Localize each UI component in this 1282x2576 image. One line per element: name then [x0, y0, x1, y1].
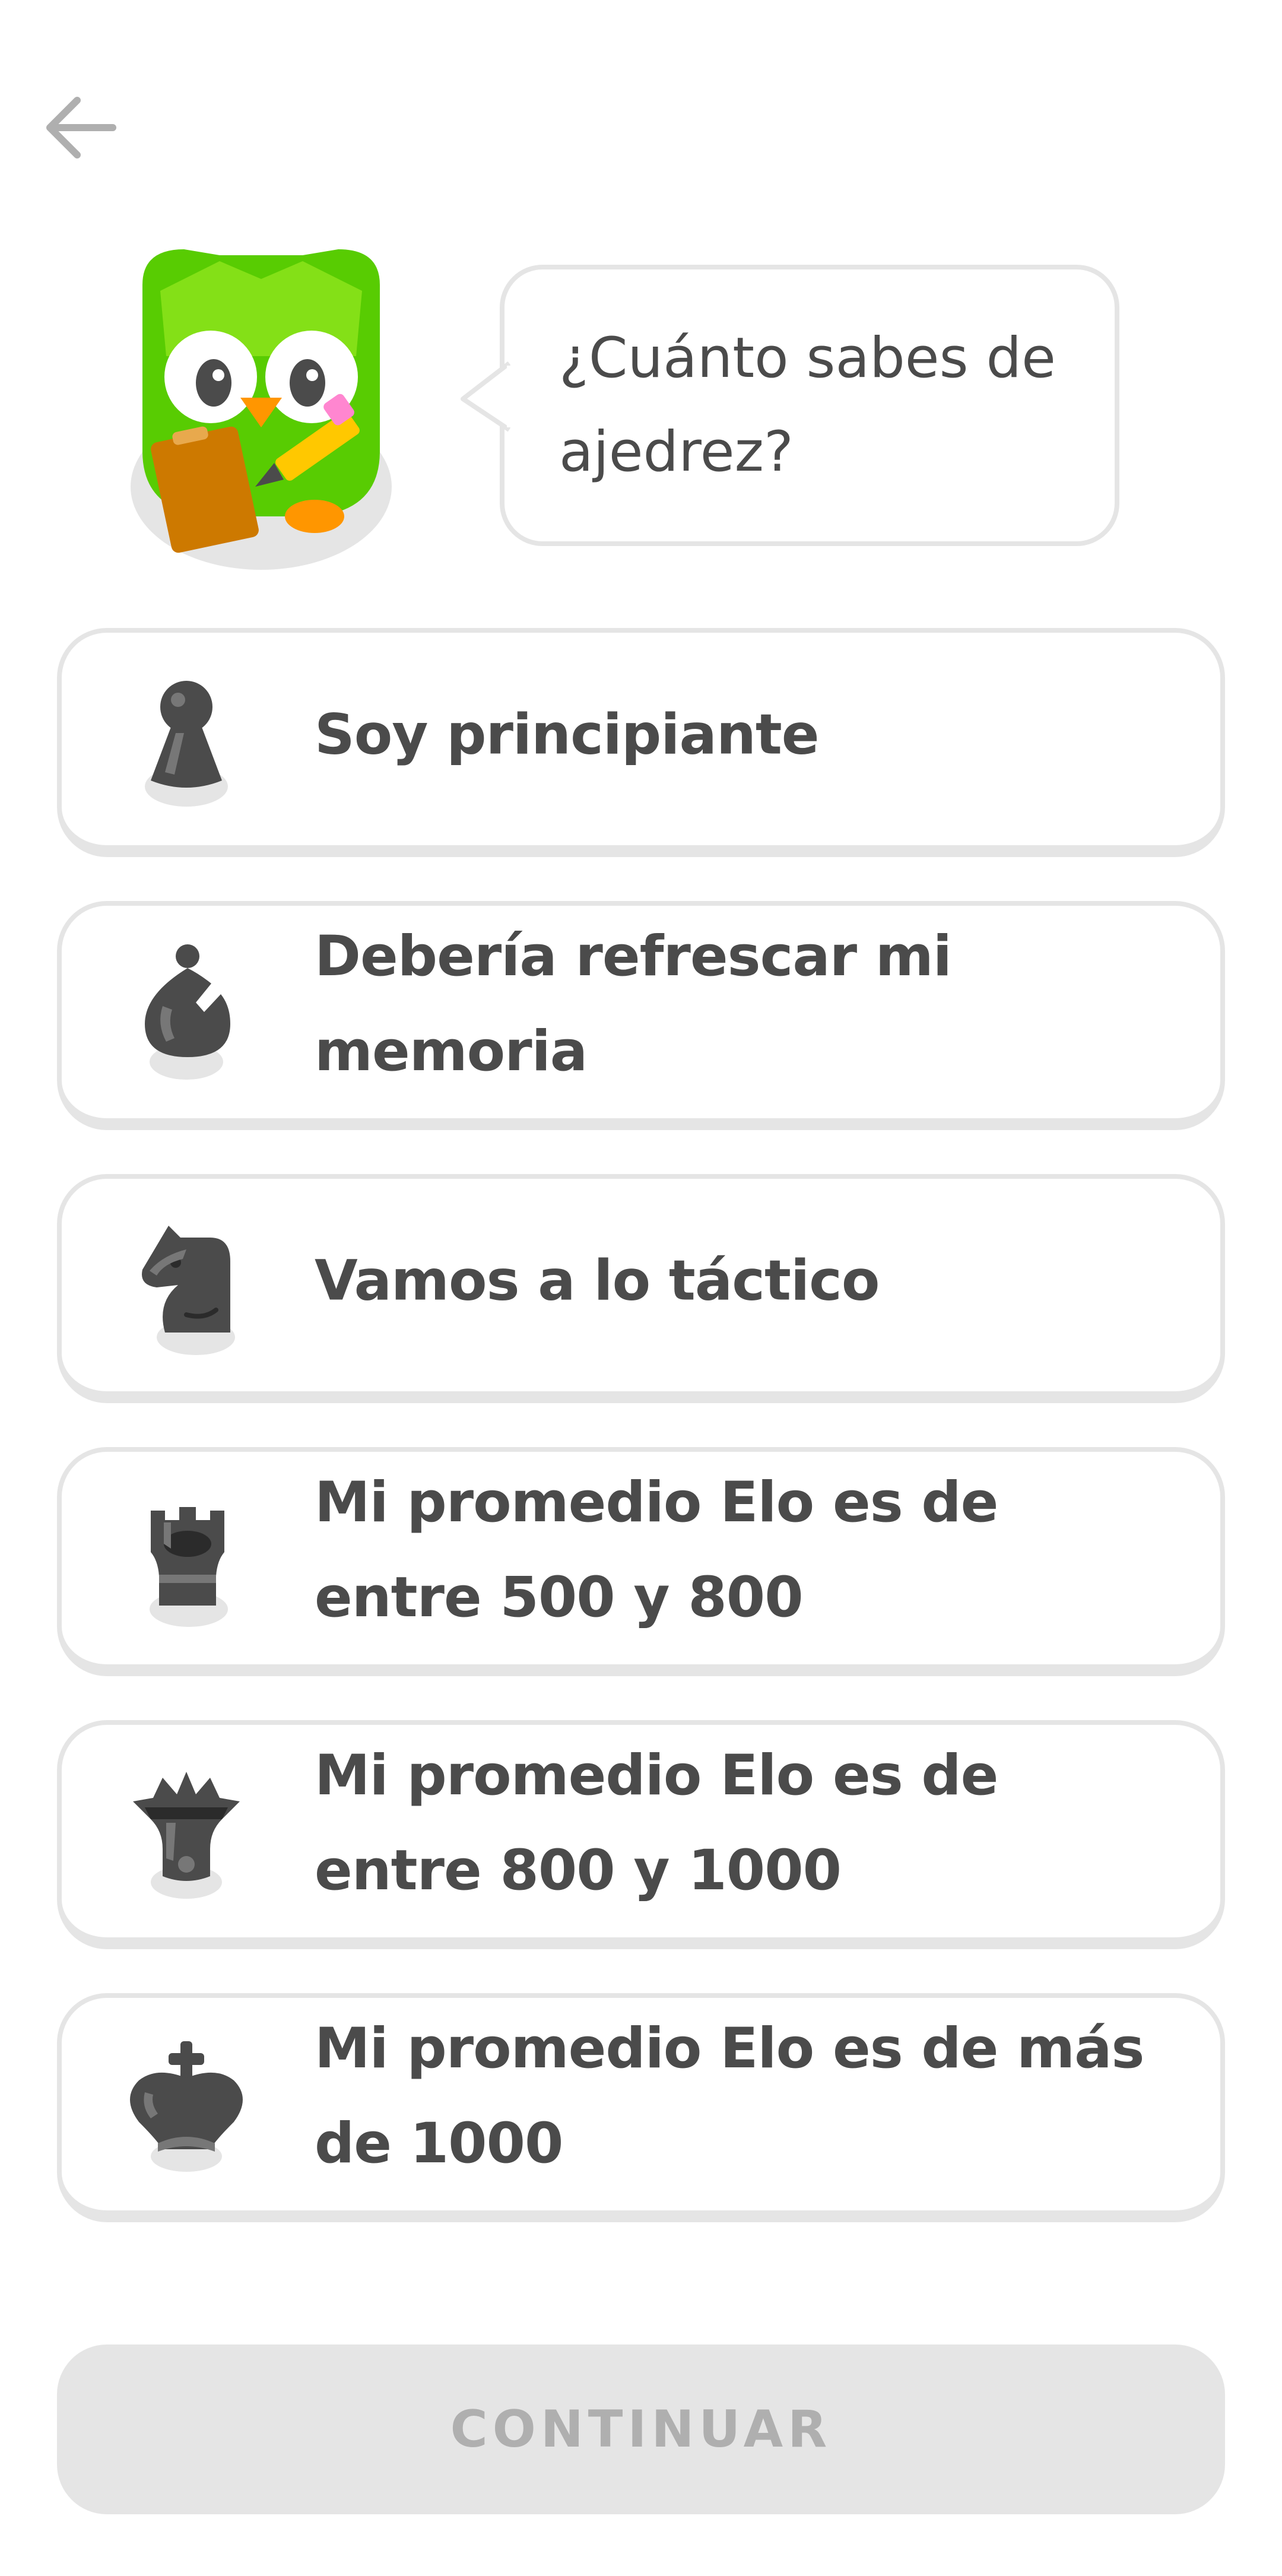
back-button[interactable]: [36, 83, 125, 172]
chess-knight-icon: [142, 1226, 235, 1355]
chess-queen-icon: [133, 1772, 240, 1899]
option-elo-800-1000[interactable]: Mi promedio Elo es de entre 800 y 1000: [57, 1720, 1225, 1949]
owl-mascot-icon: [131, 249, 392, 570]
option-label: Soy principiante: [315, 702, 820, 767]
speech-bubble-tail: [461, 361, 510, 432]
option-beginner[interactable]: Soy principiante: [57, 628, 1225, 857]
chess-pawn-icon: [145, 681, 228, 807]
chess-king-icon: [130, 2041, 243, 2172]
speech-bubble: ¿Cuánto sabes de ajedrez?: [461, 265, 1119, 546]
option-label: Mi promedio Elo es de entre 500 y 800: [315, 1470, 998, 1630]
option-elo-over-1000[interactable]: Mi promedio Elo es de más de 1000: [57, 1993, 1225, 2222]
continue-button[interactable]: CONTINUAR: [57, 2345, 1225, 2514]
arrow-left-icon: [46, 97, 116, 158]
option-label: Mi promedio Elo es de más de 1000: [315, 2016, 1144, 2177]
owl-mascot: [119, 237, 410, 576]
continue-button-label: CONTINUAR: [450, 2400, 832, 2459]
option-label: Mi promedio Elo es de entre 800 y 1000: [315, 1743, 998, 1904]
option-label: Debería refrescar mi memoria: [315, 924, 952, 1084]
question-text: ¿Cuánto sabes de ajedrez?: [559, 326, 1056, 484]
chess-bishop-icon: [145, 944, 230, 1080]
option-label: Vamos a lo táctico: [315, 1248, 880, 1314]
option-tactical[interactable]: Vamos a lo táctico: [57, 1174, 1225, 1403]
chess-rook-icon: [150, 1507, 228, 1627]
option-elo-500-800[interactable]: Mi promedio Elo es de entre 500 y 800: [57, 1447, 1225, 1676]
answer-options-list: Soy principiante Debería refrescar mi me…: [57, 628, 1225, 2266]
option-refresh-memory[interactable]: Debería refrescar mi memoria: [57, 901, 1225, 1130]
